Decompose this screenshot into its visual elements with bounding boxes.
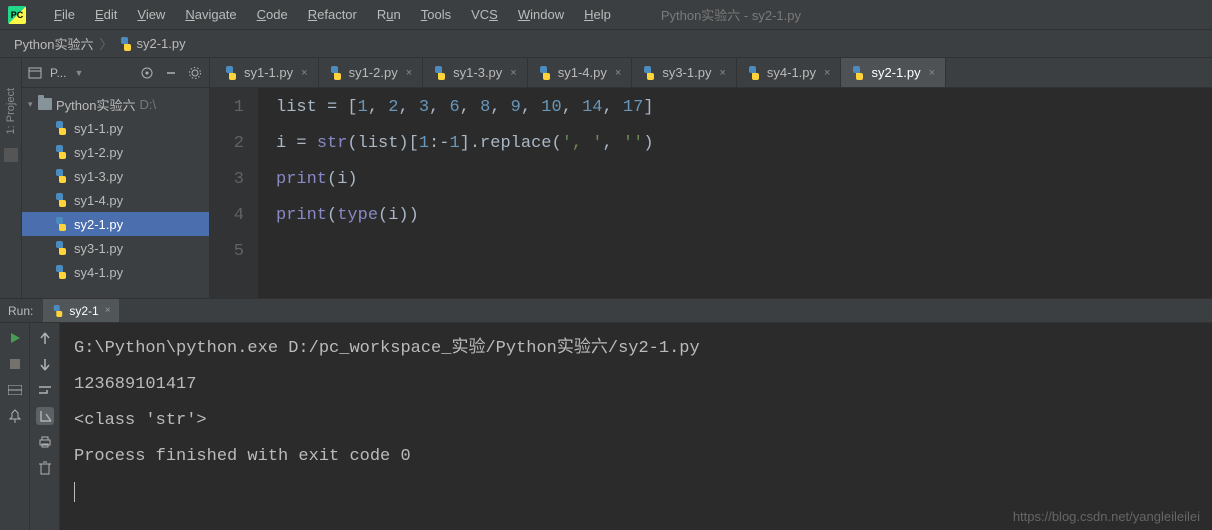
python-icon bbox=[329, 66, 343, 80]
gear-icon[interactable] bbox=[187, 65, 203, 81]
menu-code[interactable]: Code bbox=[247, 7, 298, 22]
python-icon bbox=[433, 66, 447, 80]
main-area: 1: Project P... ▼ ▾ Python实验六 D:\ sy1-1.… bbox=[0, 58, 1212, 298]
tree-root[interactable]: ▾ Python实验六 D:\ bbox=[22, 92, 209, 116]
pin-icon[interactable] bbox=[6, 407, 24, 425]
project-tree[interactable]: ▾ Python实验六 D:\ sy1-1.py sy1-2.py sy1-3.… bbox=[22, 88, 209, 288]
python-icon bbox=[747, 66, 761, 80]
menu-refactor[interactable]: Refactor bbox=[298, 7, 367, 22]
project-toolbar-label[interactable]: P... bbox=[50, 66, 66, 80]
python-icon bbox=[54, 145, 68, 159]
console-output[interactable]: G:\Python\python.exe D:/pc_workspace_实验/… bbox=[60, 323, 1212, 530]
collapse-icon[interactable] bbox=[163, 65, 179, 81]
close-icon[interactable]: × bbox=[301, 67, 307, 79]
soft-wrap-icon[interactable] bbox=[36, 381, 54, 399]
stop-icon[interactable] bbox=[6, 355, 24, 373]
project-panel: P... ▼ ▾ Python实验六 D:\ sy1-1.py sy1-2.py… bbox=[22, 58, 210, 298]
close-icon[interactable]: × bbox=[615, 67, 621, 79]
breadcrumb-sep: 〉 bbox=[99, 34, 112, 53]
menu-help[interactable]: Help bbox=[574, 7, 621, 22]
run-body: G:\Python\python.exe D:/pc_workspace_实验/… bbox=[0, 323, 1212, 530]
tree-file[interactable]: sy1-3.py bbox=[22, 164, 209, 188]
run-panel: Run: sy2-1 × G:\Python\python.exe D:/pc_… bbox=[0, 298, 1212, 530]
cursor bbox=[74, 482, 75, 502]
editor-tabs: sy1-1.py× sy1-2.py× sy1-3.py× sy1-4.py× … bbox=[210, 58, 1212, 88]
folder-icon bbox=[38, 98, 52, 110]
scroll-to-end-icon[interactable] bbox=[36, 407, 54, 425]
chevron-down-icon[interactable]: ▾ bbox=[28, 99, 38, 110]
tab[interactable]: sy1-2.py× bbox=[319, 58, 424, 87]
python-icon bbox=[119, 37, 133, 51]
rerun-icon[interactable] bbox=[6, 329, 24, 347]
tree-file-selected[interactable]: sy2-1.py bbox=[22, 212, 209, 236]
watermark: https://blog.csdn.net/yangleileilei bbox=[1013, 509, 1200, 524]
run-header: Run: sy2-1 × bbox=[0, 299, 1212, 323]
python-icon bbox=[538, 66, 552, 80]
tab[interactable]: sy3-1.py× bbox=[632, 58, 737, 87]
run-tab[interactable]: sy2-1 × bbox=[43, 299, 118, 322]
python-icon bbox=[54, 169, 68, 183]
trash-icon[interactable] bbox=[36, 459, 54, 477]
tab[interactable]: sy4-1.py× bbox=[737, 58, 842, 87]
python-icon bbox=[52, 305, 64, 317]
close-icon[interactable]: × bbox=[406, 67, 412, 79]
up-icon[interactable] bbox=[36, 329, 54, 347]
tree-file[interactable]: sy1-2.py bbox=[22, 140, 209, 164]
python-icon bbox=[54, 193, 68, 207]
tree-root-path: D:\ bbox=[139, 97, 156, 112]
python-icon bbox=[54, 121, 68, 135]
python-icon bbox=[642, 66, 656, 80]
dropdown-icon[interactable]: ▼ bbox=[74, 68, 83, 78]
menubar: PC File Edit View Navigate Code Refactor… bbox=[0, 0, 1212, 30]
tree-file[interactable]: sy1-4.py bbox=[22, 188, 209, 212]
project-tool-button[interactable]: 1: Project bbox=[5, 88, 17, 134]
project-view-icon[interactable] bbox=[28, 66, 42, 80]
python-icon bbox=[54, 217, 68, 231]
run-toolbar-2 bbox=[30, 323, 60, 530]
structure-tool-icon[interactable] bbox=[4, 148, 18, 162]
code-content[interactable]: list = [1, 2, 3, 6, 8, 9, 10, 14, 17]i =… bbox=[258, 88, 1212, 298]
python-icon bbox=[851, 66, 865, 80]
editor-area: sy1-1.py× sy1-2.py× sy1-3.py× sy1-4.py× … bbox=[210, 58, 1212, 298]
tab[interactable]: sy1-4.py× bbox=[528, 58, 633, 87]
down-icon[interactable] bbox=[36, 355, 54, 373]
menu-tools[interactable]: Tools bbox=[411, 7, 461, 22]
left-stripe: 1: Project bbox=[0, 58, 22, 298]
code-editor[interactable]: 1 2 3 4 5 list = [1, 2, 3, 6, 8, 9, 10, … bbox=[210, 88, 1212, 298]
run-label: Run: bbox=[8, 304, 33, 318]
close-icon[interactable]: × bbox=[719, 67, 725, 79]
close-icon[interactable]: × bbox=[510, 67, 516, 79]
menu-vcs[interactable]: VCS bbox=[461, 7, 508, 22]
project-toolbar: P... ▼ bbox=[22, 58, 209, 88]
layout-icon[interactable] bbox=[6, 381, 24, 399]
print-icon[interactable] bbox=[36, 433, 54, 451]
locate-icon[interactable] bbox=[139, 65, 155, 81]
python-icon bbox=[224, 66, 238, 80]
python-icon bbox=[54, 241, 68, 255]
tab[interactable]: sy1-3.py× bbox=[423, 58, 528, 87]
breadcrumb-file[interactable]: sy2-1.py bbox=[137, 36, 186, 51]
run-toolbar-1 bbox=[0, 323, 30, 530]
breadcrumb-root[interactable]: Python实验六 bbox=[14, 34, 93, 53]
menu-run[interactable]: Run bbox=[367, 7, 411, 22]
tree-file[interactable]: sy3-1.py bbox=[22, 236, 209, 260]
close-icon[interactable]: × bbox=[824, 67, 830, 79]
menu-view[interactable]: View bbox=[127, 7, 175, 22]
breadcrumb: Python实验六 〉 sy2-1.py bbox=[0, 30, 1212, 58]
pycharm-icon: PC bbox=[8, 6, 26, 24]
window-title: Python实验六 - sy2-1.py bbox=[661, 5, 801, 24]
tab-active[interactable]: sy2-1.py× bbox=[841, 58, 946, 87]
tree-file[interactable]: sy4-1.py bbox=[22, 260, 209, 284]
tree-file[interactable]: sy1-1.py bbox=[22, 116, 209, 140]
close-icon[interactable]: × bbox=[929, 67, 935, 79]
tab[interactable]: sy1-1.py× bbox=[214, 58, 319, 87]
menu-file[interactable]: File bbox=[44, 7, 85, 22]
menu-edit[interactable]: Edit bbox=[85, 7, 127, 22]
python-icon bbox=[54, 265, 68, 279]
tree-root-label: Python实验六 bbox=[56, 95, 135, 114]
menu-navigate[interactable]: Navigate bbox=[175, 7, 246, 22]
gutter: 1 2 3 4 5 bbox=[210, 88, 258, 298]
close-icon[interactable]: × bbox=[105, 305, 111, 316]
menu-window[interactable]: Window bbox=[508, 7, 574, 22]
